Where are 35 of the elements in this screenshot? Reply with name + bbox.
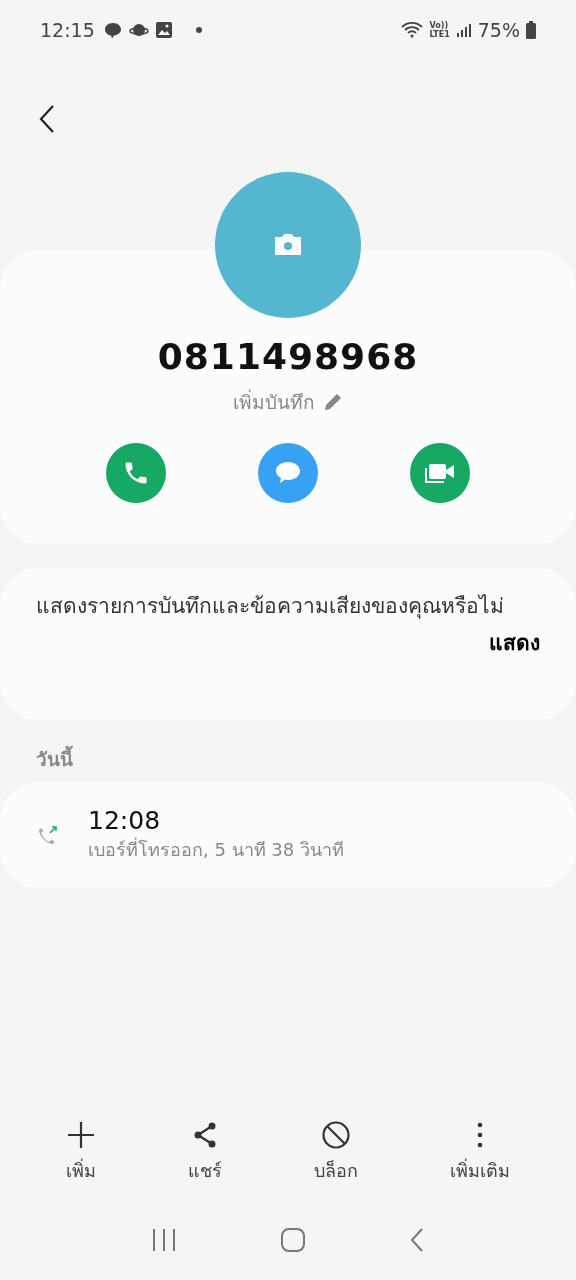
share-action[interactable]: แชร์ <box>188 1120 222 1200</box>
more-action[interactable]: เพิ่มเติม <box>450 1120 510 1200</box>
recent-apps-icon[interactable] <box>151 1228 178 1252</box>
show-button[interactable]: แสดง <box>489 626 540 659</box>
outgoing-call-icon <box>36 823 60 847</box>
message-button[interactable] <box>258 443 318 503</box>
video-button[interactable] <box>410 443 470 503</box>
add-action[interactable]: เพิ่ม <box>66 1120 96 1200</box>
prompt-text: แสดงรายการบันทึกและข้อความเสียงของคุณหรือไม่ <box>36 593 505 621</box>
plus-icon <box>66 1120 96 1150</box>
network-label: Vo)) <box>429 21 449 30</box>
signal-icon <box>455 22 472 38</box>
home-icon[interactable] <box>280 1227 306 1253</box>
block-action[interactable]: บล็อก <box>314 1120 358 1200</box>
pencil-icon <box>323 392 343 412</box>
call-detail: เบอร์ที่โทรออก, 5 นาที 38 วินาที <box>88 836 344 862</box>
phone-number: 0811498968 <box>157 336 419 377</box>
back-icon[interactable] <box>38 104 56 134</box>
share-icon <box>192 1120 218 1150</box>
more-icon <box>476 1120 484 1150</box>
wifi-icon <box>399 20 424 40</box>
camera-icon[interactable] <box>272 232 304 258</box>
call-button[interactable] <box>106 443 166 503</box>
network-label: LTE1 <box>429 30 450 39</box>
battery-icon <box>526 21 536 39</box>
battery-percent: 75% <box>477 19 520 41</box>
section-header: วันนี้ <box>36 744 576 774</box>
status-time: 12:15 <box>40 19 95 41</box>
chat-bubble-icon <box>102 20 123 40</box>
dot-icon <box>194 26 203 34</box>
block-icon <box>321 1120 351 1150</box>
call-time: 12:08 <box>88 806 162 835</box>
add-note-button[interactable]: เพิ่มบันทึก <box>233 387 343 417</box>
call-log-item[interactable]: 12:08 เบอร์ที่โทรออก, 5 นาที 38 วินาที <box>36 806 344 864</box>
image-icon <box>154 21 173 39</box>
